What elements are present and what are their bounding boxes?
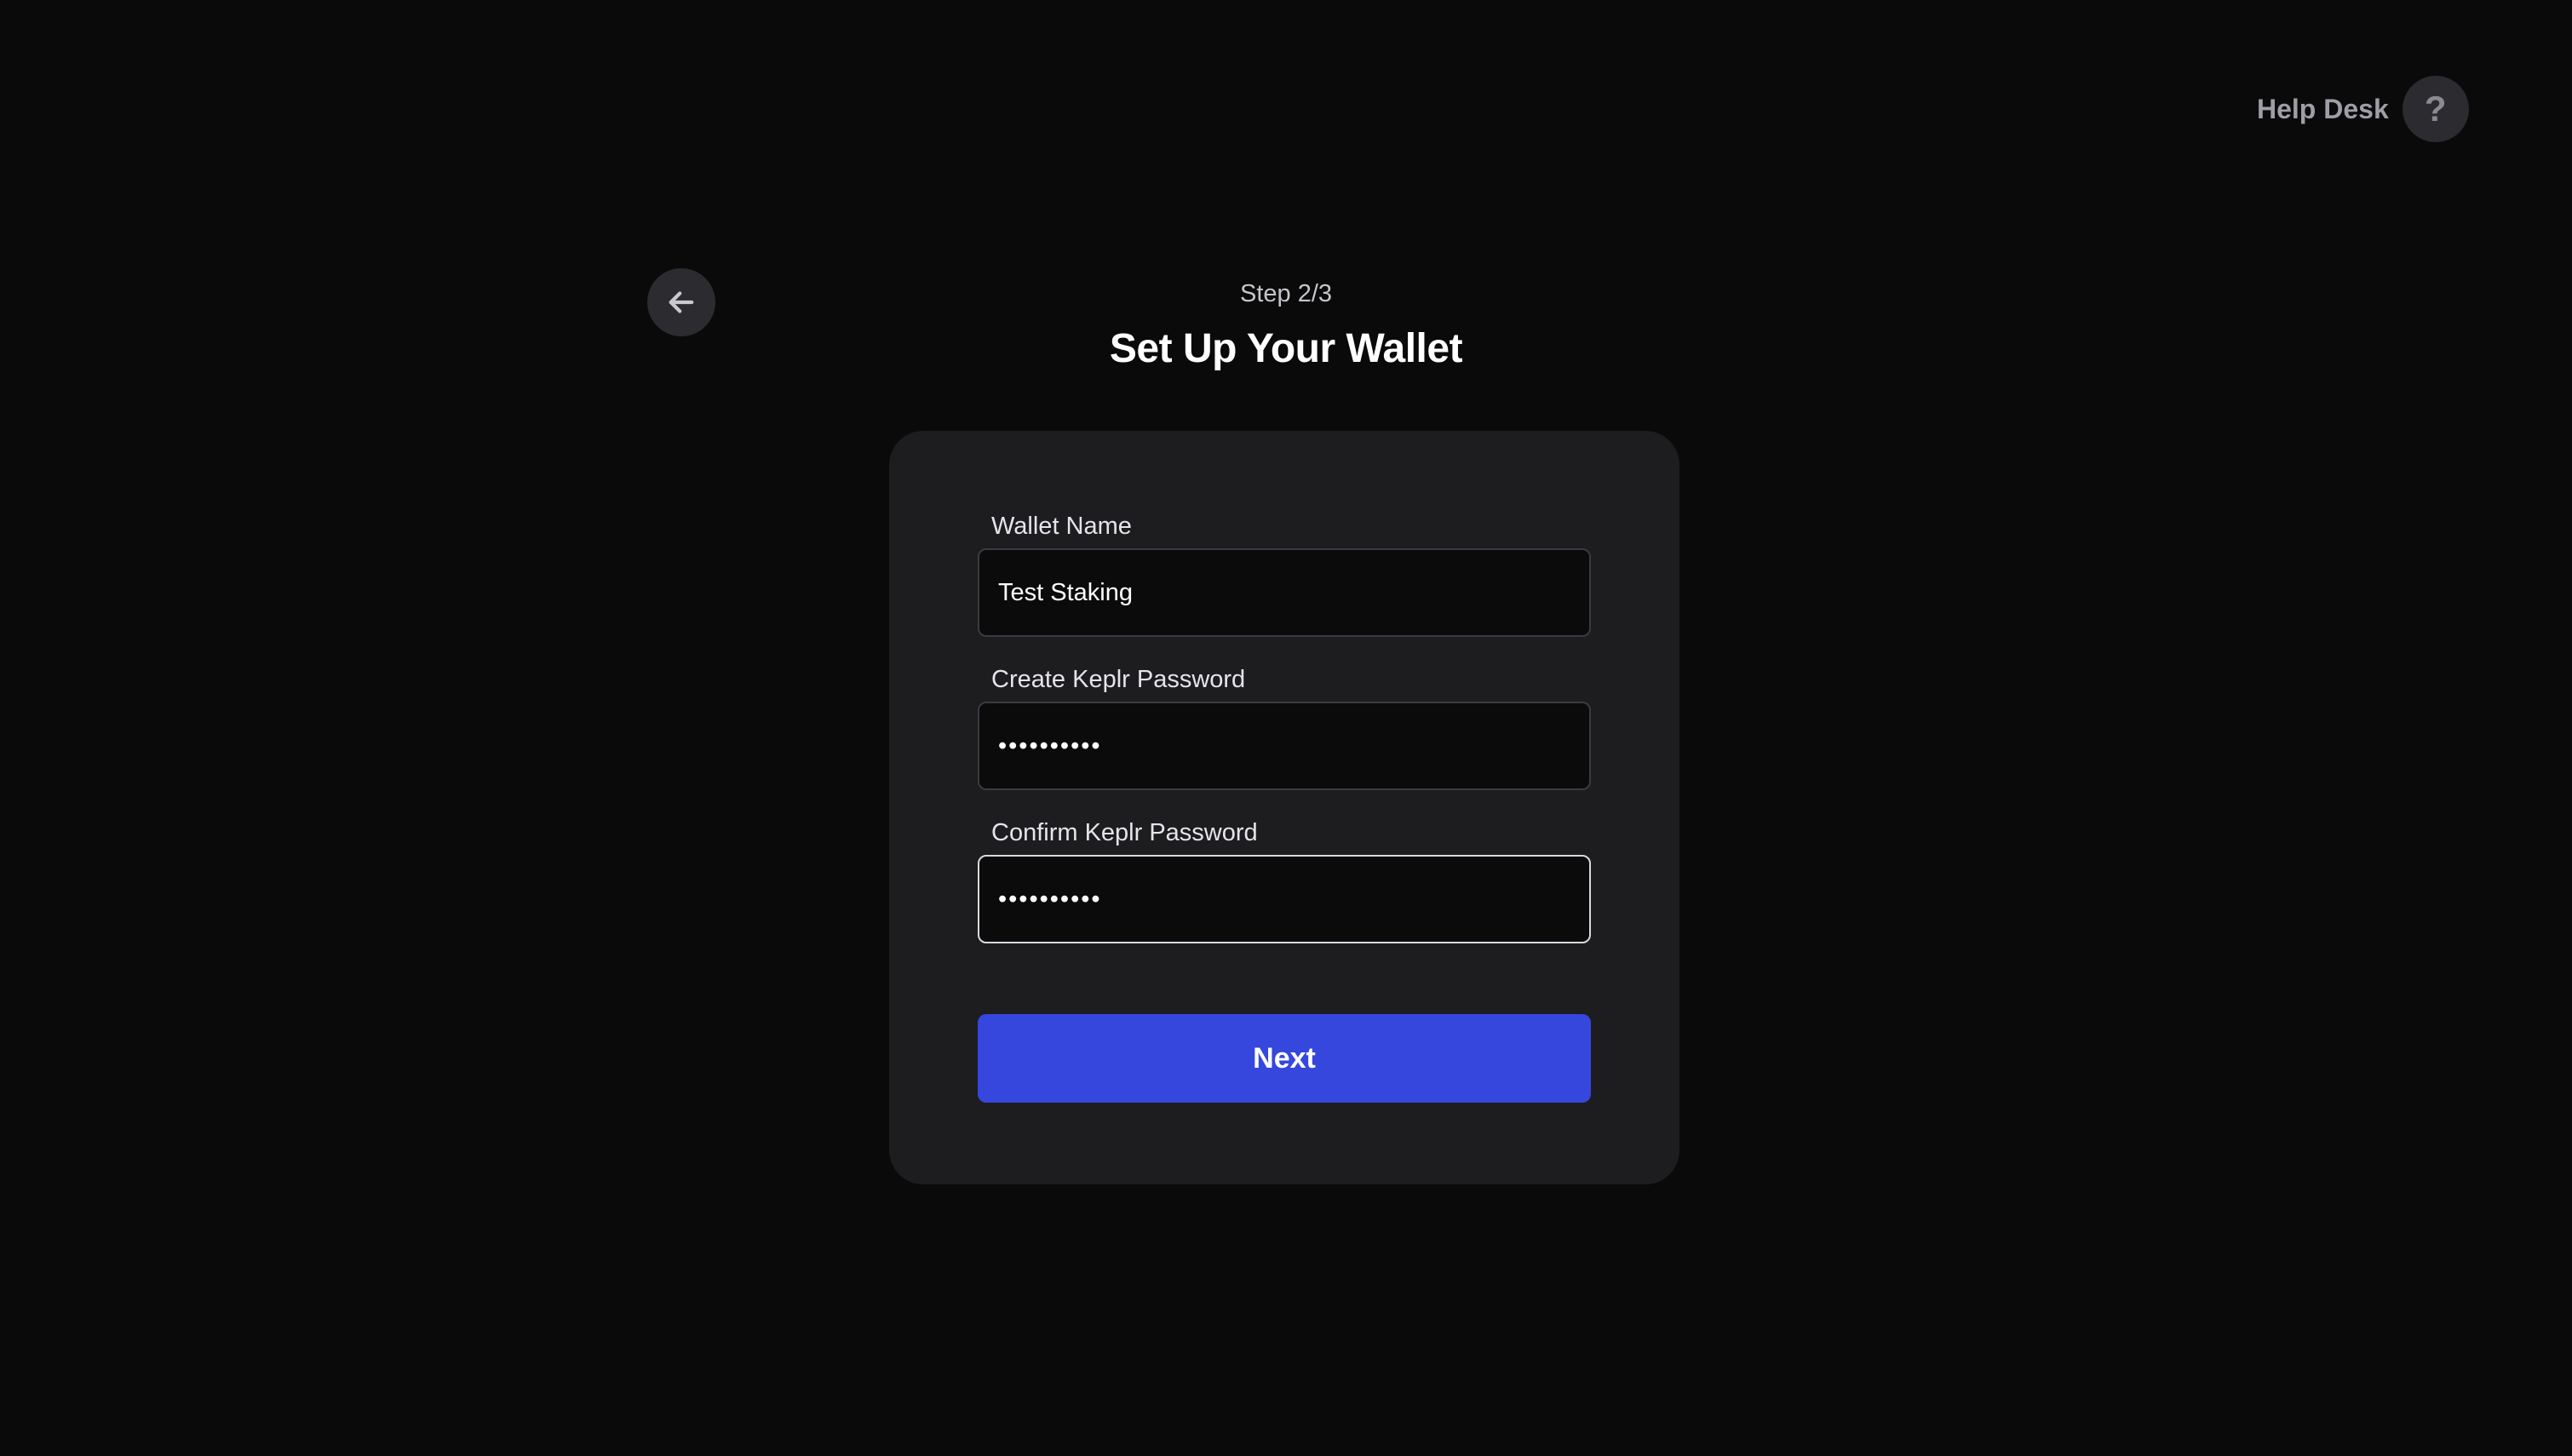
page-title: Set Up Your Wallet xyxy=(1109,326,1463,371)
confirm-password-label: Confirm Keplr Password xyxy=(991,819,1258,846)
wallet-name-label: Wallet Name xyxy=(991,513,1132,540)
wallet-setup-card: Wallet Name Create Keplr Password Confir… xyxy=(889,431,1679,1184)
confirm-password-input[interactable] xyxy=(978,855,1591,943)
next-button[interactable]: Next xyxy=(978,1014,1591,1103)
setup-wallet-page: Help Desk ? Step 2/3 Set Up Your Wallet … xyxy=(0,0,2572,1456)
wallet-name-input[interactable] xyxy=(978,548,1591,637)
step-indicator: Step 2/3 xyxy=(1239,280,1333,307)
help-desk-link[interactable]: Help Desk ? xyxy=(2257,76,2469,142)
question-icon[interactable]: ? xyxy=(2402,76,2469,142)
help-desk-label: Help Desk xyxy=(2257,93,2389,124)
password-input[interactable] xyxy=(978,702,1591,790)
password-label: Create Keplr Password xyxy=(991,666,1246,693)
